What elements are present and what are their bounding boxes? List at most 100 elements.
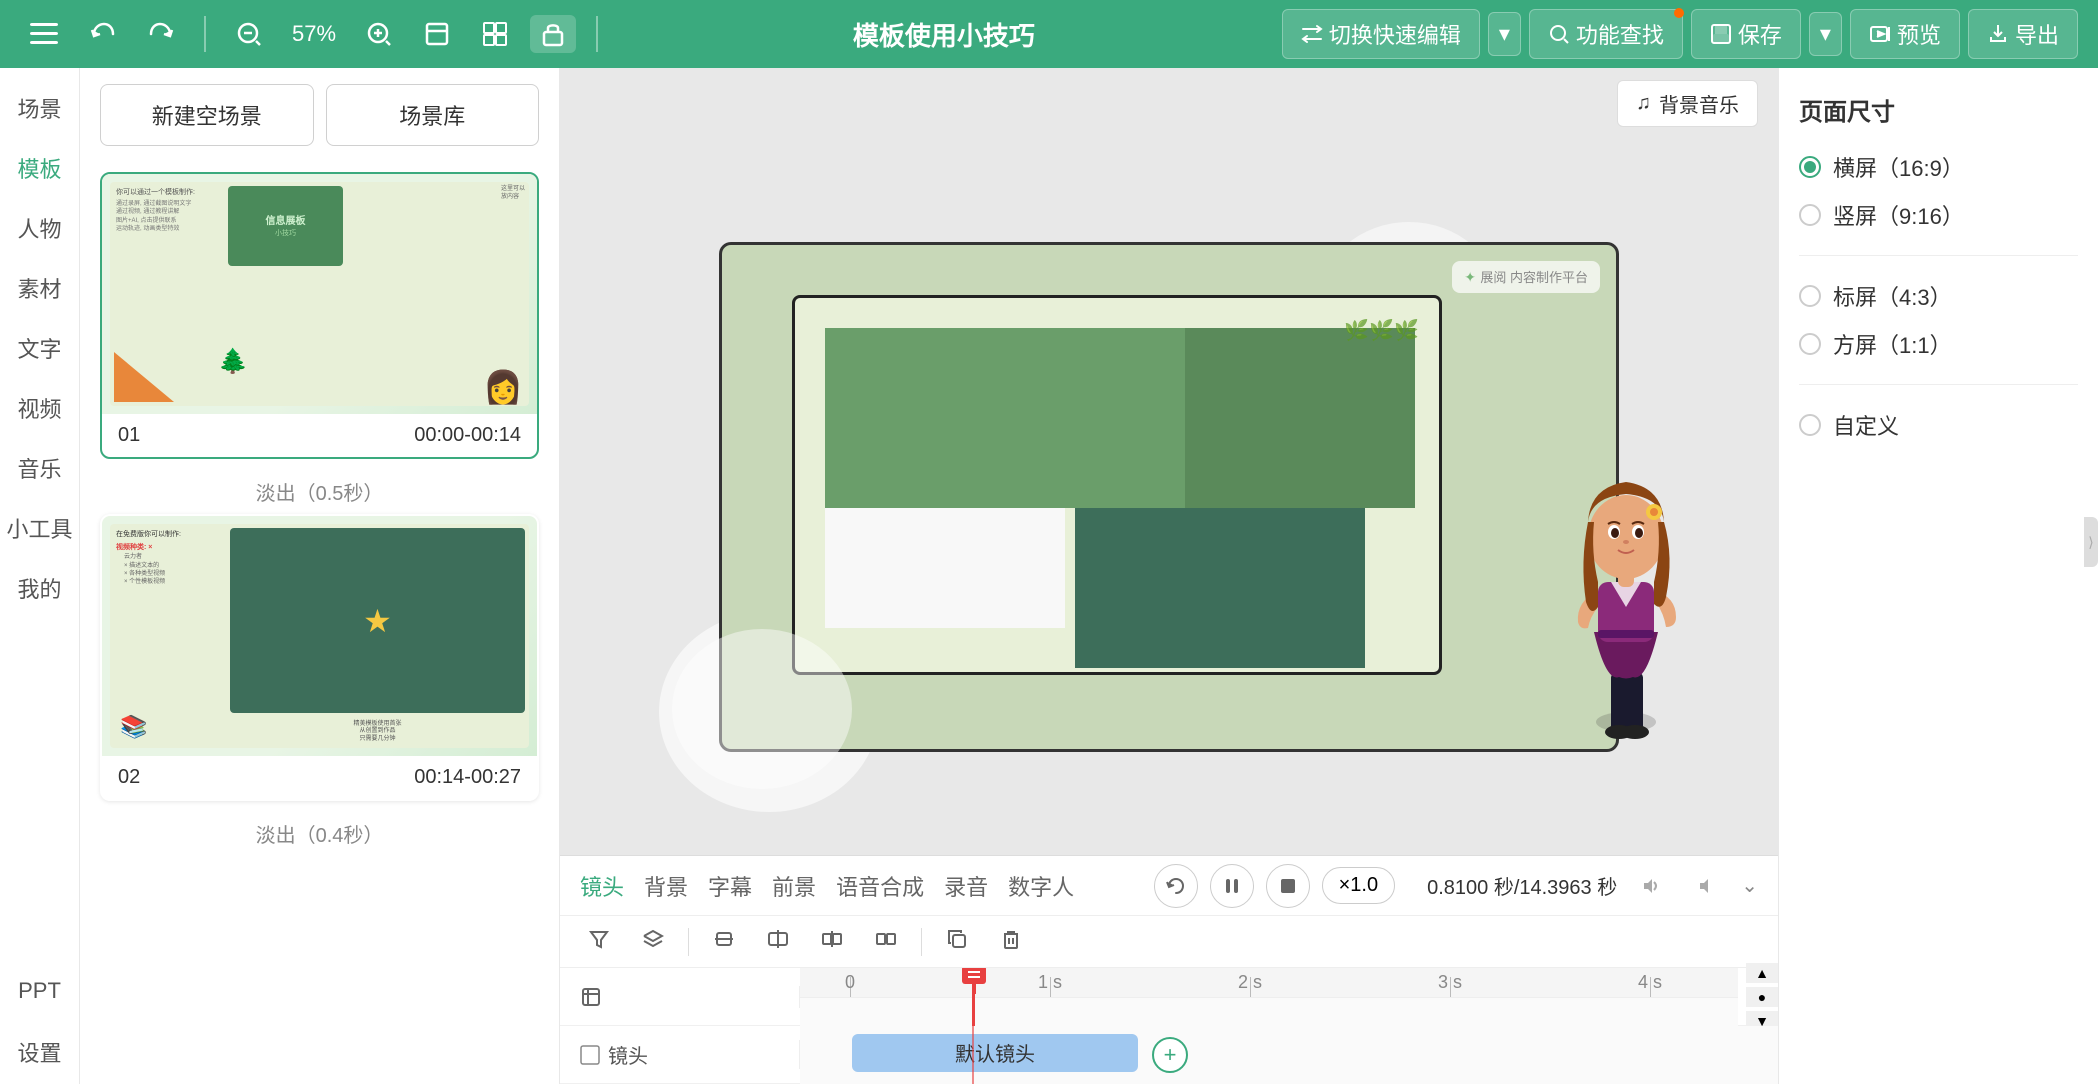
volume-down-button[interactable] (1685, 864, 1729, 908)
sidebar-item-template[interactable]: 模板 (0, 138, 79, 198)
timeline-origin-label (560, 986, 800, 1008)
scene-item-1[interactable]: 你可以通过一个模板制作: 通过录屏, 通过截图说明文字 通过视频, 通过教程讲解… (100, 172, 539, 459)
sidebar-item-label: 场景 (0, 92, 79, 124)
tab-digital[interactable]: 数字人 (1008, 866, 1074, 906)
new-scene-button[interactable]: 新建空场景 (100, 84, 314, 146)
tab-tts[interactable]: 语音合成 (836, 866, 924, 906)
save-label: 保存 (1738, 18, 1782, 50)
lock-button[interactable] (530, 15, 576, 53)
scene-thumbnail-2: 在免费版你可以制作: 视频种类: × 云力者 × 描述文本的 × 各种类型视频 … (102, 516, 537, 756)
sidebar-item-material[interactable]: 素材 (0, 258, 79, 318)
volume-up-button[interactable] (1629, 864, 1673, 908)
radio-circle-portrait (1799, 204, 1821, 226)
toolbar-right: 切换快速编辑 ▾ 功能查找 保存 ▾ (1282, 9, 2078, 59)
timeline-pause-button[interactable] (1210, 864, 1254, 908)
timeline-reset-button[interactable] (1154, 864, 1198, 908)
sidebar-item-video[interactable]: 视频 (0, 378, 79, 438)
scene-item-2[interactable]: 在免费版你可以制作: 视频种类: × 云力者 × 描述文本的 × 各种类型视频 … (100, 514, 539, 801)
scroll-up-button[interactable]: ▲ (1746, 963, 1778, 983)
sidebar-item-scene[interactable]: 场景 (0, 78, 79, 138)
scene-1-time: 00:00-00:14 (414, 424, 521, 447)
slide-inner-frame: 🌿🌿🌿 (792, 295, 1442, 675)
timeline-expand-button[interactable]: ⌄ (1741, 873, 1758, 898)
scroll-middle-button[interactable]: ● (1746, 987, 1778, 1007)
camera-clip-label: 默认镜头 (955, 1038, 1035, 1067)
export-button[interactable]: 导出 (1968, 9, 2078, 59)
sidebar-item-text[interactable]: 文字 (0, 318, 79, 378)
camera-row-label: 镜头 (560, 1040, 800, 1069)
sidebar-item-label: PPT (0, 978, 79, 1004)
timeline-speed-button[interactable]: ×1.0 (1322, 867, 1395, 904)
scene-1-footer: 01 00:00-00:14 (102, 414, 537, 457)
camera-clip[interactable]: 默认镜头 (852, 1034, 1138, 1072)
sidebar-item-settings[interactable]: 设置 (0, 1020, 79, 1084)
add-clip-button[interactable]: + (1152, 1037, 1188, 1073)
tab-record[interactable]: 录音 (944, 866, 988, 906)
switch-edit-dropdown[interactable]: ▾ (1488, 12, 1521, 56)
scene-1-index: 01 (118, 424, 140, 447)
split-button[interactable] (813, 924, 851, 960)
character-container (1536, 442, 1716, 769)
scene-2-time: 00:14-00:27 (414, 766, 521, 789)
delete-button[interactable] (992, 924, 1030, 960)
notification-dot (1674, 8, 1684, 18)
add-icon: + (1164, 1042, 1177, 1068)
switch-edit-button[interactable]: 切换快速编辑 (1282, 9, 1480, 59)
merge-button[interactable] (867, 924, 905, 960)
scene-panel-header: 新建空场景 场景库 (80, 68, 559, 162)
tab-background[interactable]: 背景 (644, 866, 688, 906)
slide-container: ✦ 展阅 内容制作平台 🌿🌿🌿 (719, 242, 1619, 752)
sidebar-item-label: 文字 (0, 332, 79, 364)
sidebar-item-tools[interactable]: 小工具 (0, 498, 79, 558)
option-custom-label: 自定义 (1833, 409, 1899, 441)
bg-music-button[interactable]: ♫ 背景音乐 (1617, 80, 1758, 127)
option-landscape-label: 横屏（16:9） (1833, 151, 1964, 183)
sidebar-item-ppt[interactable]: PPT (0, 962, 79, 1020)
switch-edit-label: 切换快速编辑 (1329, 18, 1461, 50)
timeline-playhead[interactable] (972, 968, 975, 1026)
fullscreen-button[interactable] (414, 15, 460, 53)
option-landscape[interactable]: 横屏（16:9） (1799, 151, 2078, 183)
sidebar-item-label: 设置 (0, 1036, 79, 1068)
app-title: 模板使用小技巧 (618, 16, 1270, 53)
zoom-in-button[interactable] (356, 15, 402, 53)
toolbar-divider-2 (596, 16, 598, 52)
option-custom[interactable]: 自定义 (1799, 409, 2078, 441)
zoom-out-button[interactable] (226, 15, 272, 53)
option-standard[interactable]: 标屏（4:3） (1799, 280, 2078, 312)
feature-search-button[interactable]: 功能查找 (1529, 9, 1683, 59)
option-square[interactable]: 方屏（1:1） (1799, 328, 2078, 360)
scene-2-footer: 02 00:14-00:27 (102, 756, 537, 799)
ruler-marks: 0 1 s 2 s 3 s 4 s (800, 968, 1738, 998)
timeline-stop-button[interactable] (1266, 864, 1310, 908)
copy-button[interactable] (938, 924, 976, 960)
tab-camera[interactable]: 镜头 (580, 866, 624, 906)
preview-button[interactable]: 预览 (1850, 9, 1960, 59)
tab-foreground[interactable]: 前景 (772, 866, 816, 906)
character-svg (1536, 442, 1716, 762)
sidebar-item-character[interactable]: 人物 (0, 198, 79, 258)
save-dropdown[interactable]: ▾ (1809, 12, 1842, 56)
timeline-area: 镜头 背景 字幕 前景 语音合成 录音 数字人 (560, 855, 1778, 1084)
canvas-wrapper: ✦ 展阅 内容制作平台 🌿🌿🌿 (560, 139, 1778, 855)
timeline-layers-button[interactable] (634, 924, 672, 960)
align-left-button[interactable] (705, 924, 743, 960)
timeline-divider-2 (921, 928, 922, 956)
slide-rect-3 (1185, 328, 1415, 508)
align-center-button[interactable] (759, 924, 797, 960)
tab-subtitle[interactable]: 字幕 (708, 866, 752, 906)
grid-button[interactable] (472, 15, 518, 53)
timeline-filter-button[interactable] (580, 924, 618, 960)
option-portrait[interactable]: 竖屏（9:16） (1799, 199, 2078, 231)
menu-button[interactable] (20, 17, 68, 51)
sidebar-item-music[interactable]: 音乐 (0, 438, 79, 498)
timeline-controls: 镜头 背景 字幕 前景 语音合成 录音 数字人 (560, 856, 1778, 916)
ruler-mark-1s: 1 s (1038, 972, 1062, 993)
redo-button[interactable] (138, 16, 184, 52)
undo-button[interactable] (80, 16, 126, 52)
save-button[interactable]: 保存 (1691, 9, 1801, 59)
scene-library-button[interactable]: 场景库 (326, 84, 540, 146)
canvas-slide[interactable]: ✦ 展阅 内容制作平台 🌿🌿🌿 (719, 242, 1619, 752)
sidebar-item-mine[interactable]: 我的 (0, 558, 79, 618)
scene-2-index: 02 (118, 766, 140, 789)
